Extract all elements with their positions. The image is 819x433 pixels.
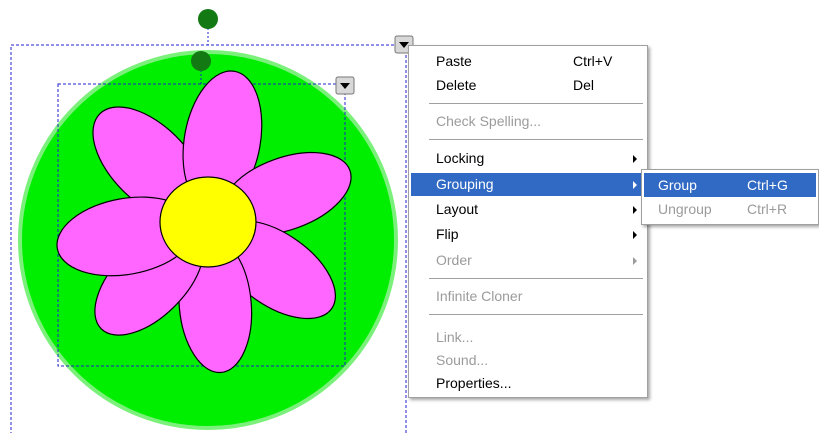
menu-item-label: Order (436, 252, 472, 268)
submenu-arrow-icon (633, 231, 637, 239)
menu-item-locking[interactable]: Locking (411, 147, 645, 170)
menu-item-label: Infinite Cloner (436, 288, 523, 304)
menu-item-sound[interactable]: Sound... (411, 349, 645, 372)
menu-item-label: Locking (436, 150, 485, 166)
submenu-arrow-icon (633, 257, 637, 265)
grouping-submenu: Group Ctrl+G Ungroup Ctrl+R (641, 169, 819, 225)
menu-separator (429, 314, 643, 315)
menu-item-label: Flip (436, 226, 459, 242)
submenu-item-label: Group (658, 177, 697, 193)
menu-separator (429, 103, 643, 104)
menu-item-delete[interactable]: Delete Del (411, 74, 645, 97)
circle-rotate-handle[interactable] (198, 9, 218, 29)
menu-item-properties[interactable]: Properties... (411, 372, 645, 395)
menu-separator (429, 278, 643, 279)
menu-item-label: Link... (436, 329, 474, 345)
menu-item-order[interactable]: Order (411, 249, 645, 272)
menu-item-label: Sound... (436, 352, 489, 368)
menu-item-link[interactable]: Link... (411, 326, 645, 349)
submenu-item-ungroup[interactable]: Ungroup Ctrl+R (644, 197, 816, 221)
menu-item-shortcut: Ctrl+V (573, 53, 613, 69)
menu-item-shortcut: Del (573, 77, 595, 93)
context-menu: Paste Ctrl+V Delete Del Check Spelling..… (408, 45, 648, 398)
flower-rotate-handle[interactable] (191, 51, 211, 71)
flower-center (159, 176, 257, 268)
menu-item-label: Grouping (436, 176, 494, 192)
menu-item-flip[interactable]: Flip (411, 223, 645, 246)
menu-item-label: Paste (436, 53, 472, 69)
menu-item-label: Delete (436, 77, 477, 93)
submenu-item-shortcut: Ctrl+G (747, 177, 788, 193)
menu-item-label: Properties... (436, 375, 512, 391)
submenu-arrow-icon (633, 181, 637, 189)
menu-item-paste[interactable]: Paste Ctrl+V (411, 50, 645, 73)
menu-item-label: Check Spelling... (436, 113, 542, 129)
submenu-item-group[interactable]: Group Ctrl+G (644, 173, 816, 197)
submenu-item-label: Ungroup (658, 201, 712, 217)
menu-item-infinite-cloner[interactable]: Infinite Cloner (411, 285, 645, 308)
submenu-arrow-icon (633, 155, 637, 163)
menu-item-label: Layout (436, 201, 479, 217)
submenu-arrow-icon (633, 206, 637, 214)
menu-item-check-spelling[interactable]: Check Spelling... (411, 110, 645, 133)
submenu-item-shortcut: Ctrl+R (747, 201, 788, 217)
menu-item-grouping[interactable]: Grouping (411, 173, 645, 196)
menu-item-layout[interactable]: Layout (411, 198, 645, 221)
flower-menu-button[interactable] (335, 76, 355, 95)
menu-separator (429, 139, 643, 140)
